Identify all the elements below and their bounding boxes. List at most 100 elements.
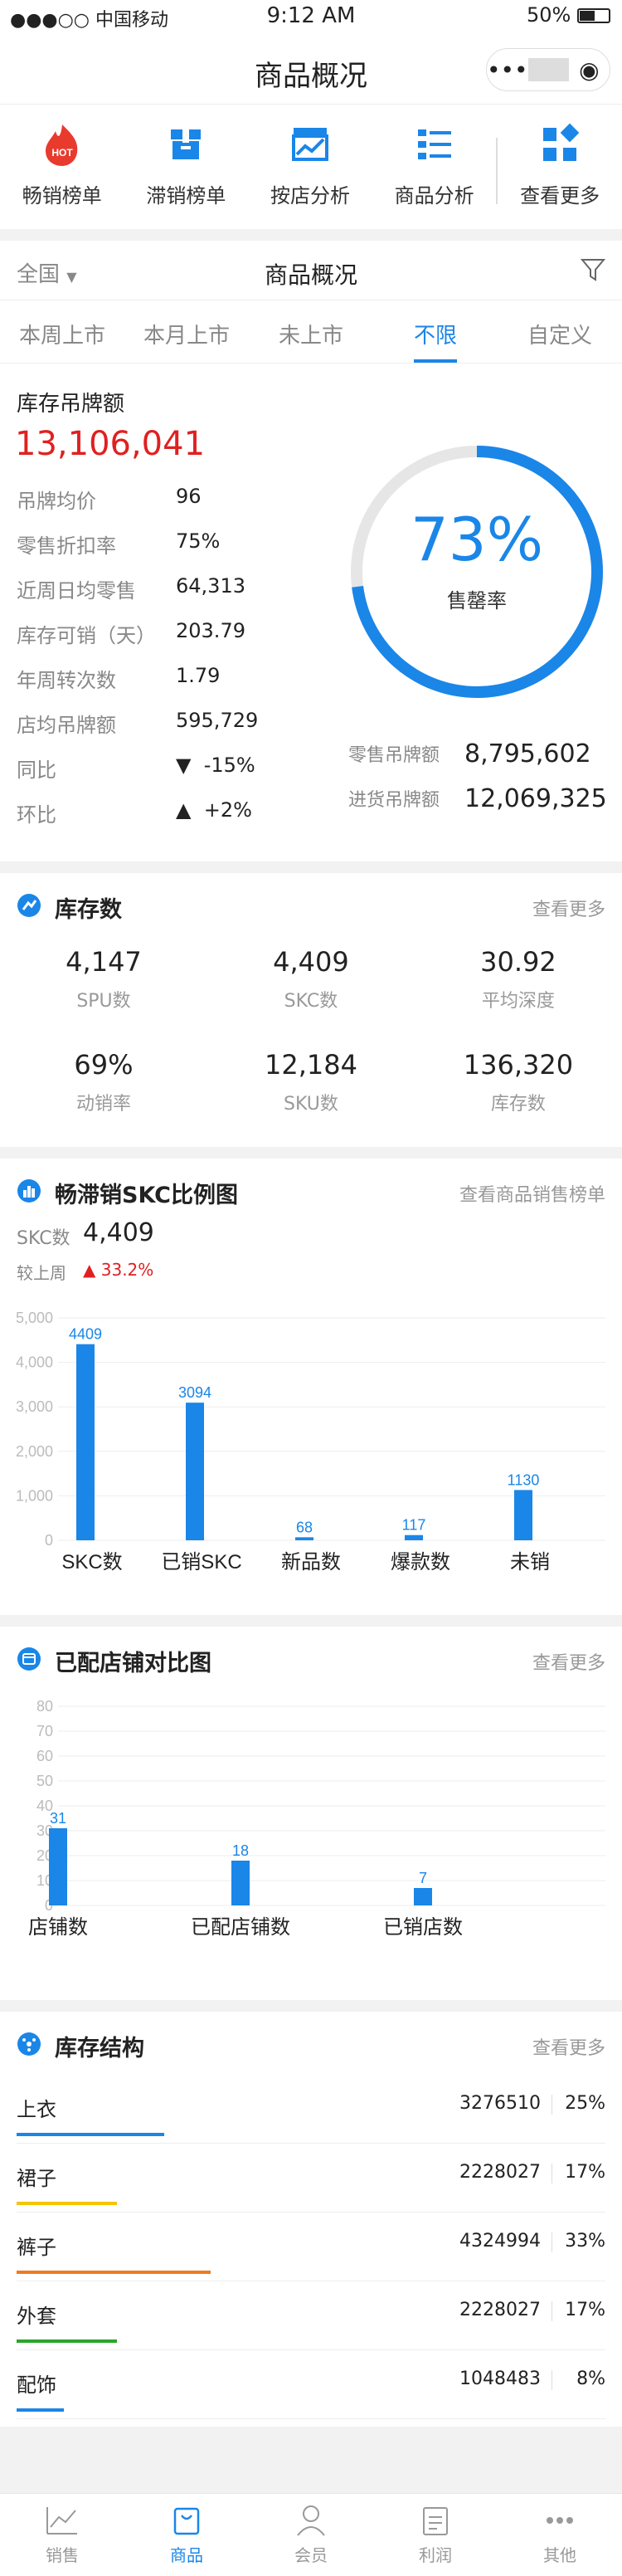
tab-custom[interactable]: 自定义 bbox=[498, 300, 622, 363]
tab-sales[interactable]: 销售 bbox=[0, 2494, 124, 2576]
bar bbox=[295, 1537, 313, 1540]
nav-bar: 商品概况 ••• ◉ bbox=[0, 33, 622, 105]
x-tick-label: 已销店数 bbox=[383, 1916, 463, 1939]
skc-compare: 较上周 ▲ 33.2% bbox=[0, 1258, 622, 1295]
structure-list: 上衣 3276510 25% 裙子 2228027 17% 裤子 4324994 33% 外套 22… bbox=[0, 2075, 622, 2419]
clipboard-icon bbox=[423, 2507, 448, 2535]
yoy-row: 同比 ▼ -15% bbox=[17, 754, 255, 782]
y-tick-label: 2,000 bbox=[16, 1443, 53, 1460]
category-percent: 17% bbox=[565, 2162, 605, 2183]
view-more-link[interactable]: 查看更多 bbox=[532, 895, 605, 921]
stock-icon bbox=[17, 894, 41, 917]
quick-view-more[interactable]: 查看更多 bbox=[498, 121, 622, 229]
person-icon bbox=[297, 2505, 325, 2536]
arrow-down-icon: ▼ bbox=[176, 754, 192, 777]
arrow-up-icon: ▲ bbox=[83, 1260, 96, 1280]
tab-this-week[interactable]: 本周上市 bbox=[0, 300, 124, 363]
y-tick-label: 4,000 bbox=[16, 1354, 53, 1371]
x-tick-label: SKC数 bbox=[61, 1551, 122, 1573]
view-more-link[interactable]: 查看更多 bbox=[532, 1648, 605, 1675]
view-more-link[interactable]: 查看更多 bbox=[532, 2033, 605, 2060]
stat-cell: 4,147 SPU数 bbox=[66, 946, 142, 1012]
filter-funnel-icon[interactable] bbox=[581, 257, 605, 282]
category-value: 3276510 bbox=[459, 2093, 541, 2114]
category-name: 配饰 bbox=[17, 2374, 56, 2397]
purchase-row: 进货吊牌额 12,069,325 bbox=[348, 783, 607, 813]
overview-section: 全国 ▼ 商品概况 本周上市 本月上市 未上市 不限 自定义 库存吊牌额 13,… bbox=[0, 241, 622, 861]
dots-icon bbox=[547, 2517, 573, 2524]
bar bbox=[49, 1828, 67, 1905]
tab-this-month[interactable]: 本月上市 bbox=[124, 300, 249, 363]
share-bar bbox=[17, 2408, 64, 2412]
category-percent: 17% bbox=[565, 2300, 605, 2320]
tab-not-listed[interactable]: 未上市 bbox=[249, 300, 373, 363]
stat-cell: 12,184 SKU数 bbox=[264, 1049, 357, 1115]
share-bar bbox=[17, 2202, 117, 2205]
tab-products[interactable]: 商品 bbox=[124, 2494, 249, 2576]
quick-hot-list[interactable]: HOT 畅销榜单 bbox=[0, 121, 124, 229]
bar-chart-icon bbox=[17, 1179, 41, 1203]
category-value: 2228027 bbox=[459, 2300, 541, 2320]
stat-cell: 136,320 库存数 bbox=[463, 1049, 574, 1115]
data-label: 4409 bbox=[69, 1326, 102, 1343]
quick-label: 滞销榜单 bbox=[146, 184, 226, 207]
bar bbox=[76, 1344, 95, 1540]
y-tick-label: 0 bbox=[45, 1532, 53, 1549]
structure-row: 裤子 4324994 33% bbox=[17, 2213, 605, 2281]
filter-title: 商品概况 bbox=[264, 261, 357, 289]
metric-row: 近周日均零售 64,313 bbox=[17, 574, 245, 603]
tab-other[interactable]: 其他 bbox=[498, 2494, 622, 2576]
data-label: 18 bbox=[232, 1842, 249, 1859]
structure-icon bbox=[17, 2032, 41, 2056]
store-icon bbox=[17, 1647, 41, 1671]
more-menu-button[interactable]: ••• bbox=[487, 56, 528, 84]
category-name: 上衣 bbox=[17, 2098, 56, 2121]
structure-card: 库存结构 查看更多 上衣 3276510 25% 裙子 2228027 17% 裤子 4324… bbox=[0, 2012, 622, 2427]
x-tick-label: 新品数 bbox=[281, 1551, 341, 1573]
quick-label: 商品分析 bbox=[394, 184, 474, 207]
data-label: 31 bbox=[50, 1810, 66, 1827]
y-tick-label: 3,000 bbox=[16, 1398, 53, 1415]
stat-cell: 30.92 平均深度 bbox=[480, 946, 556, 1012]
store-card: 已配店铺对比图 查看更多 0 10 20 30 40 50 60 70 80 31 店铺数 18 已配店… bbox=[0, 1627, 622, 2000]
inventory-total: 13,106,041 bbox=[15, 425, 206, 463]
card-title: 库存数 bbox=[55, 897, 122, 923]
store-chart-icon bbox=[291, 128, 328, 161]
view-sales-ranking-link[interactable]: 查看商品销售榜单 bbox=[459, 1180, 605, 1207]
skc-count-label: SKC数 bbox=[17, 1228, 70, 1249]
tab-members[interactable]: 会员 bbox=[249, 2494, 373, 2576]
structure-row: 裙子 2228027 17% bbox=[17, 2144, 605, 2213]
close-target-button[interactable]: ◉ bbox=[569, 56, 610, 84]
x-tick-label: 已销SKC bbox=[161, 1551, 241, 1573]
tab-profit[interactable]: 利润 bbox=[373, 2494, 498, 2576]
y-tick-label: 5,000 bbox=[16, 1310, 53, 1326]
category-name: 裙子 bbox=[17, 2167, 56, 2190]
metric-row: 年周转次数 1.79 bbox=[17, 664, 221, 692]
bar bbox=[186, 1403, 204, 1540]
card-title: 库存结构 bbox=[55, 2036, 144, 2061]
filter-bar: 全国 ▼ 商品概况 bbox=[0, 241, 622, 300]
structure-row: 上衣 3276510 25% bbox=[17, 2075, 605, 2144]
card-header: 库存数 查看更多 bbox=[0, 873, 622, 936]
card-header: 已配店铺对比图 查看更多 bbox=[0, 1627, 622, 1690]
category-name: 外套 bbox=[17, 2305, 56, 2328]
stock-card: 库存数 查看更多 4,147 SPU数 4,409 SKC数 30.92 平均深度 6… bbox=[0, 873, 622, 1147]
quick-slow-list[interactable]: 滞销榜单 bbox=[124, 121, 249, 229]
box-icon bbox=[171, 129, 202, 159]
quick-store-analysis[interactable]: 按店分析 bbox=[248, 121, 372, 229]
category-name: 裤子 bbox=[17, 2236, 56, 2259]
metric-row: 吊牌均价 96 bbox=[17, 485, 202, 513]
sellthrough-value: 73% bbox=[410, 505, 544, 574]
category-value: 4324994 bbox=[459, 2231, 541, 2252]
x-tick-label: 爆款数 bbox=[391, 1551, 450, 1573]
stat-cell: 4,409 SKC数 bbox=[273, 946, 349, 1012]
skc-count-value: 4,409 bbox=[83, 1218, 154, 1247]
bag-icon bbox=[173, 2507, 200, 2535]
bar bbox=[405, 1534, 423, 1540]
quick-label: 查看更多 bbox=[520, 184, 600, 207]
y-tick-label: 60 bbox=[36, 1748, 53, 1764]
tab-unlimited[interactable]: 不限 bbox=[373, 300, 498, 363]
hot-flame-icon: HOT bbox=[45, 124, 78, 166]
stock-grid: 4,147 SPU数 4,409 SKC数 30.92 平均深度 69% 动销率 12,… bbox=[0, 936, 622, 1142]
quick-product-analysis[interactable]: 商品分析 bbox=[372, 121, 497, 229]
